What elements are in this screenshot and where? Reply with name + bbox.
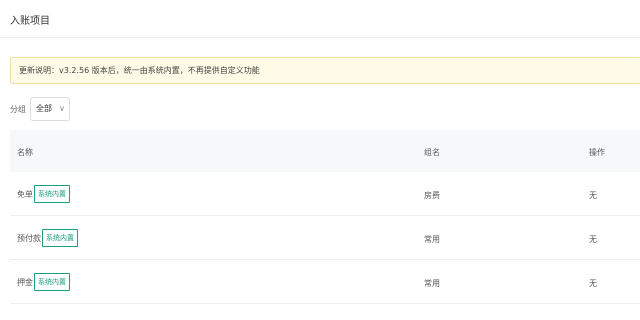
row-name-cell: 免单 系统内置 xyxy=(17,185,70,203)
group-select[interactable]: 全部 ∨ xyxy=(30,97,70,121)
row-status: 房费 xyxy=(424,191,440,200)
system-builtin-tag: 系统内置 xyxy=(34,273,70,291)
group-filter: 分组 全部 ∨ xyxy=(10,97,70,121)
row-status: 常用 xyxy=(424,235,440,244)
update-notice: 更新说明：v3.2.56 版本后，统一由系统内置，不再提供自定义功能 xyxy=(10,57,640,84)
page: 入账项目 更新说明：v3.2.56 版本后，统一由系统内置，不再提供自定义功能 … xyxy=(0,0,640,320)
table-header-row: 名称 组名 操作 xyxy=(10,130,640,172)
table-row: 免单 系统内置 房费 无 xyxy=(10,172,640,216)
system-builtin-tag: 系统内置 xyxy=(42,229,78,247)
group-filter-label: 分组 xyxy=(10,104,26,114)
row-operation: 无 xyxy=(589,191,597,200)
row-name: 押金 xyxy=(17,277,33,287)
row-name: 预付款 xyxy=(17,233,41,243)
group-select-value: 全部 xyxy=(36,104,52,113)
items-table: 名称 组名 操作 免单 系统内置 房费 无 预付款 系统内置 常用 无 押金 系… xyxy=(10,130,640,304)
row-name-cell: 押金 系统内置 xyxy=(17,273,70,291)
column-header-operation: 操作 xyxy=(589,148,605,157)
page-title: 入账项目 xyxy=(10,16,50,27)
column-header-name: 名称 xyxy=(17,148,33,157)
system-builtin-tag: 系统内置 xyxy=(34,185,70,203)
chevron-down-icon: ∨ xyxy=(59,104,65,113)
row-operation: 无 xyxy=(589,235,597,244)
row-status: 常用 xyxy=(424,279,440,288)
table-row: 预付款 系统内置 常用 无 xyxy=(10,216,640,260)
row-name: 免单 xyxy=(17,189,33,199)
row-operation: 无 xyxy=(589,279,597,288)
table-row: 押金 系统内置 常用 无 xyxy=(10,260,640,304)
page-header: 入账项目 xyxy=(0,0,640,38)
column-header-status: 组名 xyxy=(424,148,440,157)
row-name-cell: 预付款 系统内置 xyxy=(17,229,78,247)
